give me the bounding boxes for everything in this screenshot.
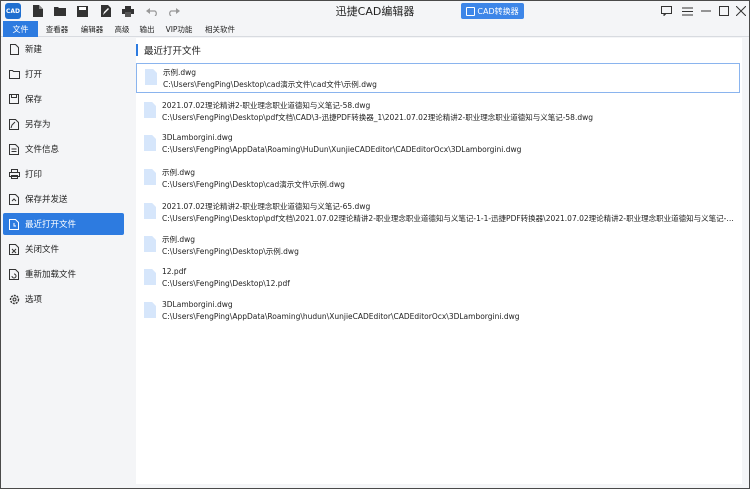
sidebar-item-label: 打开 bbox=[25, 70, 43, 80]
app-logo: CAD bbox=[5, 3, 21, 19]
file-sidebar: 新建 打开 保存 另存为 文件信息 打印 保存并发送 最近打开文件 关闭文件 重… bbox=[1, 38, 130, 488]
recent-file-item[interactable]: 3DLamborgini.dwg C:\Users\FengPing\AppDa… bbox=[136, 297, 740, 327]
menu-related-software[interactable]: 相关软件 bbox=[200, 21, 240, 37]
menu-file[interactable]: 文件 bbox=[3, 21, 38, 37]
file-icon bbox=[144, 302, 156, 318]
cad-converter-button[interactable]: CAD转换器 bbox=[461, 3, 524, 19]
section-title: 最近打开文件 bbox=[136, 44, 201, 57]
sidebar-item-label: 选项 bbox=[25, 295, 43, 305]
recent-file-item[interactable]: 2021.07.02理论精讲2-职业理念职业道德知与义笔记-58.dwg C:\… bbox=[136, 97, 740, 127]
recent-file-item[interactable]: 2021.07.02理论精讲2-职业理念职业道德知与义笔记-65.dwg C:\… bbox=[136, 198, 740, 228]
sidebar-item-options[interactable]: 选项 bbox=[3, 288, 124, 310]
app-window: CAD 迅捷CAD编辑器 CAD转换器 文件 查看器 编辑器 高级 输出 VIP… bbox=[0, 0, 750, 489]
open-folder-icon bbox=[8, 68, 20, 80]
feedback-icon[interactable] bbox=[659, 4, 673, 18]
file-icon bbox=[144, 269, 156, 285]
sidebar-item-label: 打印 bbox=[25, 170, 43, 180]
file-path: C:\Users\FengPing\Desktop\pdf文档\CAD\3-迅捷… bbox=[162, 113, 593, 122]
file-path: C:\Users\FengPing\Desktop\cad演示文件\示例.dwg bbox=[162, 180, 345, 189]
file-path: C:\Users\FengPing\Desktop\pdf文档\2021.07.… bbox=[162, 214, 737, 223]
save-as-icon bbox=[8, 118, 20, 130]
file-icon bbox=[144, 203, 156, 219]
menu-editor[interactable]: 编辑器 bbox=[76, 21, 108, 37]
sidebar-item-save[interactable]: 保存 bbox=[3, 88, 124, 110]
file-name: 示例.dwg bbox=[163, 68, 197, 77]
save-icon bbox=[8, 93, 20, 105]
sidebar-item-label: 最近打开文件 bbox=[25, 220, 77, 230]
file-icon bbox=[144, 236, 156, 252]
app-title: 迅捷CAD编辑器 bbox=[335, 5, 415, 18]
sidebar-item-close-file[interactable]: 关闭文件 bbox=[3, 238, 124, 260]
maximize-icon[interactable] bbox=[717, 4, 731, 18]
print-icon[interactable] bbox=[121, 4, 135, 18]
sidebar-item-recent-files[interactable]: 最近打开文件 bbox=[3, 213, 124, 235]
options-gear-icon bbox=[8, 293, 20, 305]
recent-file-item[interactable]: 示例.dwg C:\Users\FengPing\Desktop\cad演示文件… bbox=[136, 164, 740, 194]
file-path: C:\Users\FengPing\AppData\Roaming\HuDun\… bbox=[162, 145, 522, 154]
sidebar-item-new[interactable]: 新建 bbox=[3, 38, 124, 60]
file-info-icon bbox=[8, 143, 20, 155]
file-name: 3DLamborgini.dwg bbox=[162, 300, 233, 309]
file-path: C:\Users\FengPing\Desktop\示例.dwg bbox=[162, 247, 299, 256]
save-as-icon[interactable] bbox=[99, 4, 113, 18]
print-icon bbox=[8, 168, 20, 180]
close-file-icon bbox=[8, 243, 20, 255]
recent-file-item[interactable]: 示例.dwg C:\Users\FengPing\Desktop\示例.dwg bbox=[136, 231, 740, 261]
file-path: C:\Users\FengPing\AppData\Roaming\hudun\… bbox=[162, 312, 520, 321]
recent-file-item[interactable]: 示例.dwg C:\Users\FengPing\Desktop\cad演示文件… bbox=[136, 63, 740, 93]
file-icon bbox=[145, 69, 157, 85]
sidebar-item-label: 文件信息 bbox=[25, 145, 60, 155]
sidebar-item-open[interactable]: 打开 bbox=[3, 63, 124, 85]
sidebar-item-label: 重新加载文件 bbox=[25, 270, 77, 280]
file-path: C:\Users\FengPing\Desktop\12.pdf bbox=[162, 279, 290, 288]
menu-advanced[interactable]: 高级 bbox=[111, 21, 133, 37]
converter-icon bbox=[466, 6, 476, 16]
sidebar-item-label: 保存并发送 bbox=[25, 195, 68, 205]
new-file-icon[interactable] bbox=[31, 4, 45, 18]
cad-converter-label: CAD转换器 bbox=[477, 6, 519, 16]
open-folder-icon[interactable] bbox=[53, 4, 67, 18]
sidebar-item-file-info[interactable]: 文件信息 bbox=[3, 138, 124, 160]
file-name: 2021.07.02理论精讲2-职业理念职业道德知与义笔记-58.dwg bbox=[162, 101, 371, 110]
minimize-icon[interactable] bbox=[699, 4, 713, 18]
save-icon[interactable] bbox=[75, 4, 89, 18]
title-bar: CAD 迅捷CAD编辑器 CAD转换器 bbox=[1, 1, 749, 21]
file-icon bbox=[144, 169, 156, 185]
sidebar-item-label: 新建 bbox=[25, 45, 43, 55]
file-icon bbox=[144, 135, 156, 151]
sidebar-item-reload-file[interactable]: 重新加载文件 bbox=[3, 263, 124, 285]
new-file-icon bbox=[8, 43, 20, 55]
settings-icon[interactable] bbox=[680, 4, 694, 18]
file-name: 示例.dwg bbox=[162, 168, 196, 177]
undo-icon[interactable] bbox=[145, 4, 159, 18]
menu-bar: 文件 查看器 编辑器 高级 输出 VIP功能 相关软件 bbox=[1, 21, 749, 37]
sidebar-item-print[interactable]: 打印 bbox=[3, 163, 124, 185]
menu-viewer[interactable]: 查看器 bbox=[41, 21, 73, 37]
file-name: 示例.dwg bbox=[162, 235, 196, 244]
sidebar-item-label: 保存 bbox=[25, 95, 43, 105]
redo-icon[interactable] bbox=[167, 4, 181, 18]
file-path: C:\Users\FengPing\Desktop\cad演示文件\cad文件\… bbox=[163, 80, 377, 89]
recent-files-icon bbox=[8, 218, 20, 230]
sidebar-item-label: 另存为 bbox=[25, 120, 51, 130]
sidebar-item-save-and-send[interactable]: 保存并发送 bbox=[3, 188, 124, 210]
menu-vip[interactable]: VIP功能 bbox=[162, 21, 196, 37]
file-name: 3DLamborgini.dwg bbox=[162, 133, 233, 142]
recent-file-item[interactable]: 12.pdf C:\Users\FengPing\Desktop\12.pdf bbox=[136, 264, 740, 294]
file-icon bbox=[144, 102, 156, 118]
sidebar-item-label: 关闭文件 bbox=[25, 245, 60, 255]
recent-file-item[interactable]: 3DLamborgini.dwg C:\Users\FengPing\AppDa… bbox=[136, 130, 740, 160]
file-name: 12.pdf bbox=[162, 267, 187, 276]
close-icon[interactable] bbox=[734, 4, 748, 18]
sidebar-item-save-as[interactable]: 另存为 bbox=[3, 113, 124, 135]
reload-icon bbox=[8, 268, 20, 280]
file-name: 2021.07.02理论精讲2-职业理念职业道德知与义笔记-65.dwg bbox=[162, 202, 371, 211]
recent-files-panel: 最近打开文件 示例.dwg C:\Users\FengPing\Desktop\… bbox=[136, 38, 742, 484]
menu-output[interactable]: 输出 bbox=[136, 21, 158, 37]
send-icon bbox=[8, 193, 20, 205]
